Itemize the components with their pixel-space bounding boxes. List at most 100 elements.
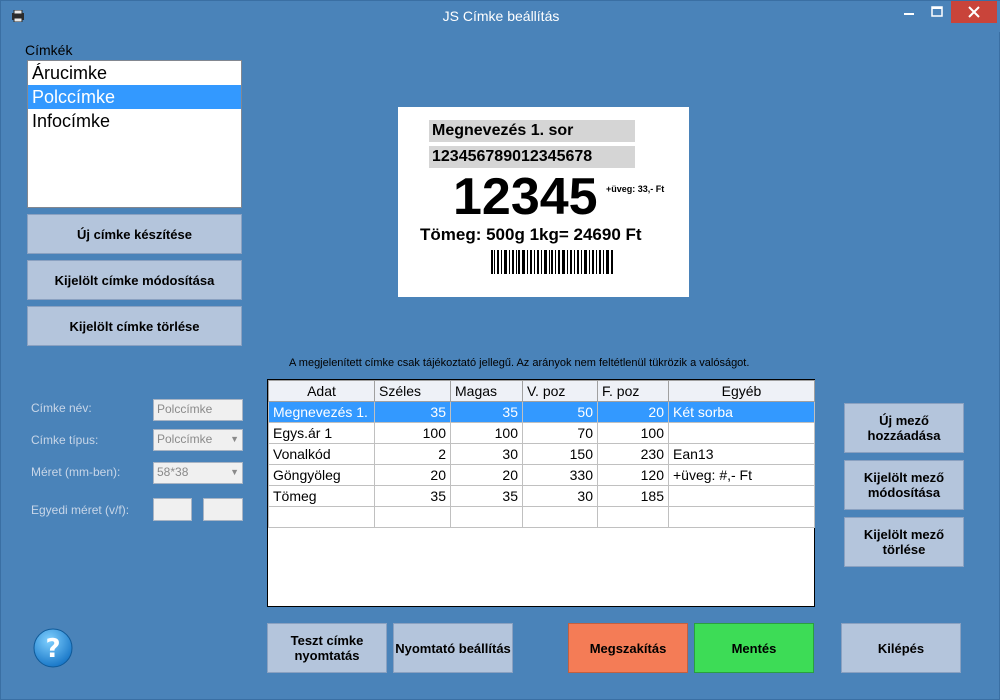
table-cell[interactable]: 185: [597, 485, 669, 507]
column-header[interactable]: Egyéb: [668, 380, 815, 402]
modify-field-button[interactable]: Kijelölt mező módosítása: [844, 460, 964, 510]
table-cell[interactable]: [668, 506, 815, 528]
delete-field-button[interactable]: Kijelölt mező törlése: [844, 517, 964, 567]
cancel-button[interactable]: Megszakítás: [568, 623, 688, 673]
table-cell[interactable]: Vonalkód: [268, 443, 375, 465]
size-value: 58*38: [157, 465, 189, 479]
table-cell[interactable]: [668, 422, 815, 444]
preview-code: 123456789012345678: [429, 146, 635, 168]
table-cell[interactable]: 230: [597, 443, 669, 465]
table-cell[interactable]: 150: [522, 443, 598, 465]
table-row[interactable]: Vonalkód 2 30 150 230 Ean13: [268, 443, 815, 465]
preview-note: A megjelenített címke csak tájékoztató j…: [289, 357, 750, 369]
test-print-button[interactable]: Teszt címke nyomtatás: [267, 623, 387, 673]
table-cell[interactable]: 35: [374, 401, 451, 423]
preview-weight: Tömeg: 500g 1kg= 24690 Ft: [420, 225, 642, 244]
table-row[interactable]: Göngyöleg 20 20 330 120 +üveg: #,- Ft: [268, 464, 815, 486]
chevron-down-icon: ▼: [230, 434, 239, 444]
minimize-button[interactable]: [895, 1, 923, 23]
maximize-button[interactable]: [923, 1, 951, 23]
title-bar: JS Címke beállítás: [1, 1, 1000, 32]
table-cell[interactable]: 70: [522, 422, 598, 444]
close-button[interactable]: [951, 1, 997, 23]
save-button[interactable]: Mentés: [694, 623, 814, 673]
table-cell[interactable]: 100: [597, 422, 669, 444]
table-cell[interactable]: Megnevezés 1.: [268, 401, 375, 423]
table-row[interactable]: [268, 506, 815, 528]
preview-name: Megnevezés 1. sor: [429, 120, 635, 142]
table-cell[interactable]: +üveg: #,- Ft: [668, 464, 815, 486]
table-cell[interactable]: 30: [450, 443, 523, 465]
label-type-value: Polccímke: [157, 432, 213, 446]
table-cell[interactable]: [597, 506, 669, 528]
table-cell[interactable]: Göngyöleg: [268, 464, 375, 486]
window-title: JS Címke beállítás: [442, 8, 560, 24]
new-label-button[interactable]: Új címke készítése: [27, 214, 242, 254]
size-caption: Méret (mm-ben):: [31, 465, 121, 479]
label-name-field[interactable]: Polccímke: [153, 399, 243, 421]
table-cell[interactable]: 100: [374, 422, 451, 444]
custom-size-caption: Egyedi méret (v/f):: [31, 503, 130, 517]
fields-table: Adat Széles Magas V. poz F. poz Egyéb Me…: [268, 380, 815, 528]
fields-grid[interactable]: Adat Széles Magas V. poz F. poz Egyéb Me…: [267, 379, 815, 607]
table-cell[interactable]: 35: [450, 485, 523, 507]
label-type-select[interactable]: Polccímke ▼: [153, 429, 243, 451]
table-cell[interactable]: [268, 506, 375, 528]
svg-text:?: ?: [45, 634, 60, 664]
table-cell[interactable]: 120: [597, 464, 669, 486]
table-cell[interactable]: 100: [450, 422, 523, 444]
table-cell[interactable]: [374, 506, 451, 528]
column-header[interactable]: Adat: [268, 380, 375, 402]
table-cell[interactable]: Két sorba: [668, 401, 815, 423]
custom-height-field[interactable]: [203, 498, 243, 521]
table-cell[interactable]: 330: [522, 464, 598, 486]
column-header[interactable]: Széles: [374, 380, 451, 402]
table-cell[interactable]: [522, 506, 598, 528]
barcode-icon: [491, 250, 613, 274]
label-type-caption: Címke típus:: [31, 433, 99, 447]
column-header[interactable]: F. poz: [597, 380, 669, 402]
labels-listbox[interactable]: Árucimke Polccímke Infocímke: [27, 60, 242, 208]
table-cell[interactable]: [668, 485, 815, 507]
maximize-icon: [931, 6, 943, 17]
add-field-button[interactable]: Új mező hozzáadása: [844, 403, 964, 453]
table-cell[interactable]: 20: [374, 464, 451, 486]
help-icon[interactable]: ?: [33, 628, 73, 668]
client-area: Címkék Árucimke Polccímke Infocímke Új c…: [9, 32, 993, 693]
custom-width-field[interactable]: [153, 498, 192, 521]
table-cell[interactable]: Ean13: [668, 443, 815, 465]
preview-deposit: +üveg: 33,- Ft: [606, 184, 665, 194]
table-cell[interactable]: Tömeg: [268, 485, 375, 507]
delete-label-button[interactable]: Kijelölt címke törlése: [27, 306, 242, 346]
list-item[interactable]: Infocímke: [28, 109, 241, 133]
table-header-row: Adat Széles Magas V. poz F. poz Egyéb: [268, 380, 815, 402]
column-header[interactable]: V. poz: [522, 380, 598, 402]
printer-settings-button[interactable]: Nyomtató beállítás: [393, 623, 513, 673]
column-header[interactable]: Magas: [450, 380, 523, 402]
table-cell[interactable]: 20: [597, 401, 669, 423]
table-cell[interactable]: [450, 506, 523, 528]
table-cell[interactable]: Egys.ár 1: [268, 422, 375, 444]
minimize-icon: [904, 13, 914, 15]
table-row[interactable]: Tömeg 35 35 30 185: [268, 485, 815, 507]
table-cell[interactable]: 2: [374, 443, 451, 465]
close-icon: [968, 6, 980, 18]
modify-label-button[interactable]: Kijelölt címke módosítása: [27, 260, 242, 300]
labels-list-caption: Címkék: [25, 42, 73, 58]
list-item[interactable]: Polccímke: [28, 85, 241, 109]
app-window: JS Címke beállítás Címkék Árucimke Polcc…: [0, 0, 1000, 700]
list-item[interactable]: Árucimke: [28, 61, 241, 85]
table-cell[interactable]: 30: [522, 485, 598, 507]
table-cell[interactable]: 35: [450, 401, 523, 423]
table-row[interactable]: Megnevezés 1. 35 35 50 20 Két sorba: [268, 401, 815, 423]
exit-button[interactable]: Kilépés: [841, 623, 961, 673]
size-select[interactable]: 58*38 ▼: [153, 462, 243, 484]
table-cell[interactable]: 50: [522, 401, 598, 423]
preview-price: 12345: [453, 168, 598, 226]
table-cell[interactable]: 35: [374, 485, 451, 507]
table-cell[interactable]: 20: [450, 464, 523, 486]
label-name-caption: Címke név:: [31, 401, 92, 415]
chevron-down-icon: ▼: [230, 467, 239, 477]
table-row[interactable]: Egys.ár 1 100 100 70 100: [268, 422, 815, 444]
label-preview: Megnevezés 1. sor 123456789012345678 123…: [398, 107, 689, 297]
